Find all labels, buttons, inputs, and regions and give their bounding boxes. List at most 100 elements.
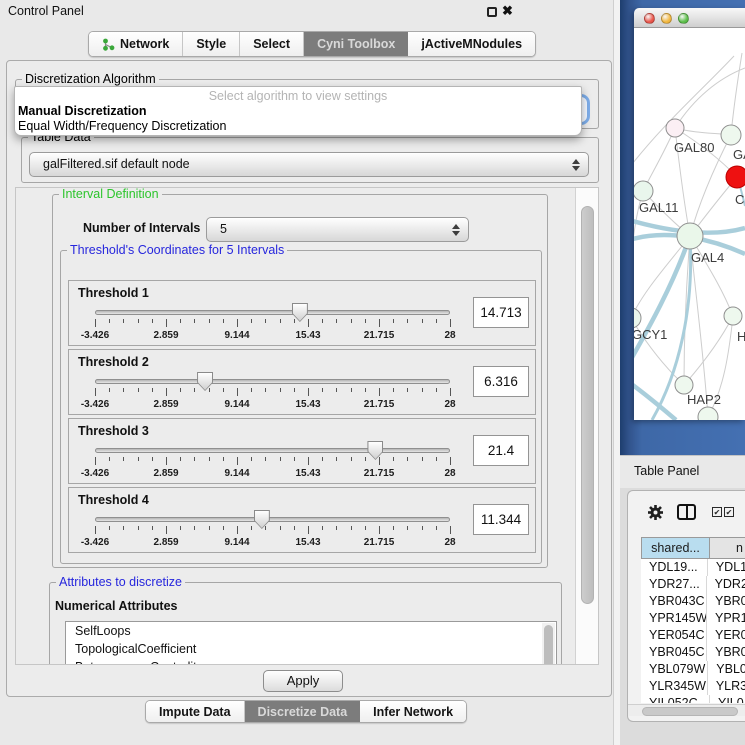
- major-tick: [166, 319, 167, 327]
- table-cell[interactable]: YBR0: [707, 644, 745, 661]
- gal4-node[interactable]: [677, 223, 703, 249]
- checkbox-icon[interactable]: ✔: [724, 507, 734, 517]
- threshold-value-field[interactable]: 11.344: [473, 504, 529, 535]
- show-columns-icon[interactable]: [677, 504, 696, 520]
- apply-button[interactable]: Apply: [263, 670, 343, 692]
- table-cell[interactable]: YLR345W: [641, 678, 708, 695]
- tick-label: 2.859: [153, 537, 178, 548]
- popup-item[interactable]: Manual Discretization: [15, 104, 581, 119]
- table-row[interactable]: YBR043CYBR0: [641, 593, 745, 610]
- list-item[interactable]: SelfLoops: [66, 622, 556, 640]
- tab-jactivemnodules[interactable]: jActiveMNodules: [408, 32, 535, 56]
- table-cell[interactable]: YDL19...: [641, 559, 708, 576]
- tab-select[interactable]: Select: [240, 32, 304, 56]
- table-cell[interactable]: YER054C: [641, 627, 707, 644]
- slider-thumb[interactable]: [254, 510, 270, 529]
- table-cell[interactable]: YPR145W: [641, 610, 707, 627]
- column-header[interactable]: shared...: [641, 537, 710, 559]
- table-cell[interactable]: YBR043C: [641, 593, 707, 610]
- table-cell[interactable]: YBR045C: [641, 644, 707, 661]
- threshold-slider[interactable]: -3.4262.8599.14415.4321.71528: [95, 303, 450, 345]
- table-cell[interactable]: YER0: [707, 627, 745, 644]
- slider-track[interactable]: [95, 448, 450, 453]
- table-cell[interactable]: YDR27...: [641, 576, 707, 593]
- table-row[interactable]: YDL19...YDL1: [641, 559, 745, 576]
- gal80-node[interactable]: [666, 119, 684, 137]
- checkbox-icon[interactable]: ✔: [712, 507, 722, 517]
- gcy1-node[interactable]: [634, 308, 641, 328]
- table-cell[interactable]: YIL052C: [641, 695, 710, 703]
- tab-label: Network: [120, 37, 169, 51]
- table-cell[interactable]: YBL0: [708, 661, 745, 678]
- mac-zoom-button[interactable]: [678, 13, 689, 24]
- scrollbar-thumb[interactable]: [581, 206, 594, 604]
- slider-thumb[interactable]: [367, 441, 383, 460]
- tab-cyni-toolbox[interactable]: Cyni Toolbox: [304, 32, 408, 56]
- table-cell[interactable]: YIL0: [710, 695, 744, 703]
- spinner-arrows-icon: [572, 159, 580, 171]
- table-cell[interactable]: YBR0: [707, 593, 745, 610]
- slider-track[interactable]: [95, 379, 450, 384]
- selected-node[interactable]: [726, 166, 745, 188]
- major-tick: [450, 388, 451, 396]
- table-cell[interactable]: YDL1: [708, 559, 745, 576]
- tab-infer-network[interactable]: Infer Network: [360, 701, 466, 722]
- table-data-combobox[interactable]: galFiltered.sif default node: [29, 152, 589, 177]
- table-cell[interactable]: YLR3: [708, 678, 745, 695]
- list-item[interactable]: TopologicalCoefficient: [66, 640, 556, 658]
- right-node[interactable]: [724, 307, 742, 325]
- tab-label: Select: [253, 37, 290, 51]
- table-cell[interactable]: YBL079W: [641, 661, 708, 678]
- threshold-slider[interactable]: -3.4262.8599.14415.4321.71528: [95, 510, 450, 552]
- gal11-node[interactable]: [634, 181, 653, 201]
- bottom-node[interactable]: [698, 407, 718, 420]
- table-row[interactable]: YER054CYER0: [641, 627, 745, 644]
- table-cell[interactable]: YPR1: [707, 610, 745, 627]
- gear-icon[interactable]: [647, 504, 664, 521]
- horizontal-scrollbar[interactable]: [628, 704, 745, 716]
- list-item[interactable]: BetweennessCentrality: [66, 658, 556, 665]
- table-row[interactable]: YIL052CYIL0: [641, 695, 745, 703]
- table-row[interactable]: YPR145WYPR1: [641, 610, 745, 627]
- tab-impute-data[interactable]: Impute Data: [146, 701, 245, 722]
- tab-discretize-data[interactable]: Discretize Data: [245, 701, 361, 722]
- split-pane-divider[interactable]: [613, 0, 620, 745]
- float-window-icon[interactable]: [487, 7, 497, 17]
- close-icon[interactable]: ✖: [502, 3, 513, 19]
- popup-item[interactable]: Equal Width/Frequency Discretization: [15, 119, 581, 134]
- table-row[interactable]: YDR27...YDR2: [641, 576, 745, 593]
- column-header[interactable]: n: [710, 537, 745, 559]
- network-edge[interactable]: [731, 53, 742, 135]
- network-edge[interactable]: [684, 316, 733, 385]
- mac-minimize-button[interactable]: [661, 13, 672, 24]
- number-of-intervals-combobox[interactable]: 5: [206, 217, 469, 242]
- node-label: GAL80: [674, 140, 714, 155]
- network-canvas[interactable]: GAL80GACGAL11GAL4GCY1HHAP2: [634, 28, 745, 420]
- vertical-scrollbar[interactable]: [575, 188, 599, 665]
- table-row[interactable]: YBL079WYBL0: [641, 661, 745, 678]
- tab-style[interactable]: Style: [183, 32, 240, 56]
- network-edge[interactable]: [643, 128, 675, 191]
- slider-track[interactable]: [95, 517, 450, 522]
- scrollbar-thumb[interactable]: [642, 707, 738, 716]
- table-row[interactable]: YLR345WYLR3: [641, 678, 745, 695]
- threshold-value-field[interactable]: 14.713: [473, 297, 529, 328]
- scrollbar-thumb[interactable]: [544, 625, 553, 665]
- top-right-node[interactable]: [721, 125, 741, 145]
- network-edge[interactable]: [675, 68, 745, 128]
- mac-close-button[interactable]: [644, 13, 655, 24]
- slider-thumb[interactable]: [197, 372, 213, 391]
- network-view-window[interactable]: GAL80GACGAL11GAL4GCY1HHAP2: [634, 8, 745, 420]
- tab-label: Infer Network: [373, 705, 453, 719]
- threshold-slider[interactable]: -3.4262.8599.14415.4321.71528: [95, 441, 450, 483]
- tab-network[interactable]: Network: [89, 32, 183, 56]
- threshold-value-field[interactable]: 6.316: [473, 366, 529, 397]
- list-scrollbar[interactable]: [542, 623, 555, 665]
- table-row[interactable]: YBR045CYBR0: [641, 644, 745, 661]
- slider-track[interactable]: [95, 310, 450, 315]
- threshold-slider[interactable]: -3.4262.8599.14415.4321.71528: [95, 372, 450, 414]
- minor-tick: [407, 457, 408, 461]
- network-window-titlebar[interactable]: [634, 8, 745, 28]
- threshold-value-field[interactable]: 21.4: [473, 435, 529, 466]
- table-cell[interactable]: YDR2: [707, 576, 745, 593]
